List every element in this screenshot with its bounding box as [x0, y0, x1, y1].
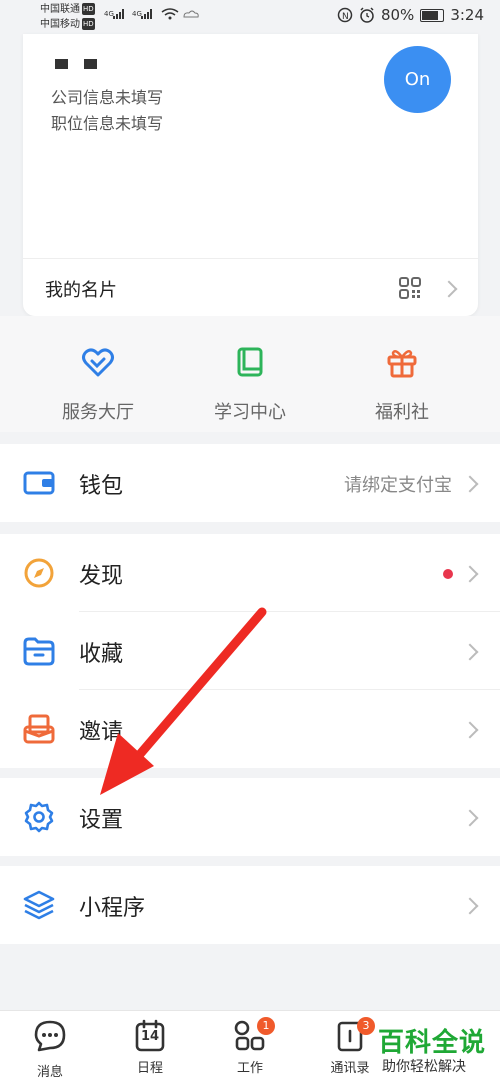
contacts-icon: 3: [333, 1017, 375, 1053]
menu-row-settings[interactable]: 设置: [0, 778, 500, 856]
profile-card[interactable]: 公司信息未填写 职位信息未填写 On 我的名片: [23, 34, 478, 316]
menu-label: 收藏: [79, 642, 124, 667]
menu-row-wallet[interactable]: 钱包 请绑定支付宝: [0, 444, 500, 522]
apps-grid-icon: 1: [233, 1017, 275, 1053]
signal-icons: 4G 4G: [104, 7, 204, 26]
chevron-right-icon: [440, 280, 458, 298]
wallet-icon: [23, 471, 55, 495]
alarm-icon: [360, 7, 374, 23]
quick-welfare[interactable]: 福利社: [332, 346, 472, 424]
status-right: N 80% 3:24: [337, 6, 484, 24]
svg-text:4G: 4G: [132, 10, 142, 18]
mini-programs-section: 小程序: [0, 866, 500, 944]
calendar-date: 14: [140, 1029, 160, 1044]
invite-envelope-icon: [23, 714, 55, 744]
company-info: 公司信息未填写: [51, 88, 164, 107]
folder-icon: [23, 637, 55, 666]
battery-icon: [420, 8, 445, 22]
chevron-right-icon: [461, 897, 479, 915]
signal-wifi-icon: 4G 4G: [104, 8, 199, 20]
my-card-row[interactable]: 我的名片: [23, 259, 478, 316]
svg-text:N: N: [342, 12, 349, 22]
chevron-right-icon: [461, 565, 479, 583]
tab-work[interactable]: 1 工作: [215, 1017, 285, 1076]
chevron-right-icon: [461, 721, 479, 739]
quick-learning-center[interactable]: 学习中心: [180, 346, 320, 424]
menu-label: 邀请: [79, 720, 124, 745]
gift-icon: [387, 349, 417, 378]
contacts-badge: 3: [357, 1017, 375, 1035]
battery-percent: 80%: [380, 6, 415, 24]
data-saver-icon: N: [337, 7, 353, 23]
tab-contacts[interactable]: 3 通讯录: [315, 1017, 385, 1076]
menu-row-mini-programs[interactable]: 小程序: [0, 866, 500, 944]
tab-label: 通讯录: [330, 1061, 370, 1076]
menu-row-favorites[interactable]: 收藏: [0, 612, 500, 690]
clock: 3:24: [450, 6, 484, 24]
carrier-1: 中国联通 HD: [40, 3, 95, 15]
compass-icon: [24, 558, 54, 588]
quick-label: 学习中心: [214, 402, 286, 423]
chevron-right-icon: [461, 475, 479, 493]
settings-section: 设置: [0, 778, 500, 856]
watermark-logo: 百科全说 助你轻松解决: [378, 1018, 500, 1084]
watermark-main: 百科全说: [378, 1028, 487, 1058]
chevron-right-icon: [461, 809, 479, 827]
wallet-subtext: 请绑定支付宝: [344, 475, 452, 496]
menu-row-discover[interactable]: 发现: [0, 534, 500, 612]
layers-icon: [23, 890, 55, 920]
book-icon: [237, 347, 263, 377]
menu-label: 发现: [79, 564, 124, 589]
work-badge: 1: [257, 1017, 275, 1035]
menu-row-invite[interactable]: 邀请: [0, 690, 500, 768]
menu-label: 设置: [79, 808, 124, 833]
my-card-label: 我的名片: [45, 280, 117, 301]
svg-text:4G: 4G: [104, 10, 114, 18]
tab-messages[interactable]: 消息: [15, 1019, 85, 1080]
wallet-section: 钱包 请绑定支付宝: [0, 444, 500, 522]
tab-schedule[interactable]: 14 日程: [115, 1019, 185, 1076]
quick-label: 福利社: [375, 402, 429, 423]
tab-label: 日程: [136, 1061, 163, 1076]
calendar-icon: 14: [133, 1019, 167, 1053]
discover-section: 发现 收藏 邀请: [0, 534, 500, 768]
quick-actions: 服务大厅 学习中心 福利社: [0, 316, 500, 432]
watermark-sub: 助你轻松解决: [382, 1059, 466, 1075]
quick-service-hall[interactable]: 服务大厅: [28, 346, 168, 424]
quick-label: 服务大厅: [62, 402, 134, 423]
menu-label: 钱包: [79, 474, 124, 499]
status-bar: 中国联通 HD 中国移动 HD 4G 4G N 80% 3:24: [0, 0, 500, 34]
chevron-right-icon: [461, 643, 479, 661]
menu-label: 小程序: [79, 896, 146, 921]
tab-label: 工作: [236, 1061, 263, 1076]
tab-label: 消息: [36, 1065, 63, 1080]
status-on-button[interactable]: On: [384, 46, 451, 113]
position-info: 职位信息未填写: [51, 114, 164, 133]
heart-service-icon: [82, 348, 114, 377]
qr-code-icon[interactable]: [399, 277, 421, 299]
notification-dot: [443, 569, 453, 579]
gear-icon: [24, 801, 54, 833]
carrier-2: 中国移动 HD: [40, 18, 95, 30]
masked-name: [55, 59, 97, 69]
chat-icon: [34, 1020, 66, 1052]
